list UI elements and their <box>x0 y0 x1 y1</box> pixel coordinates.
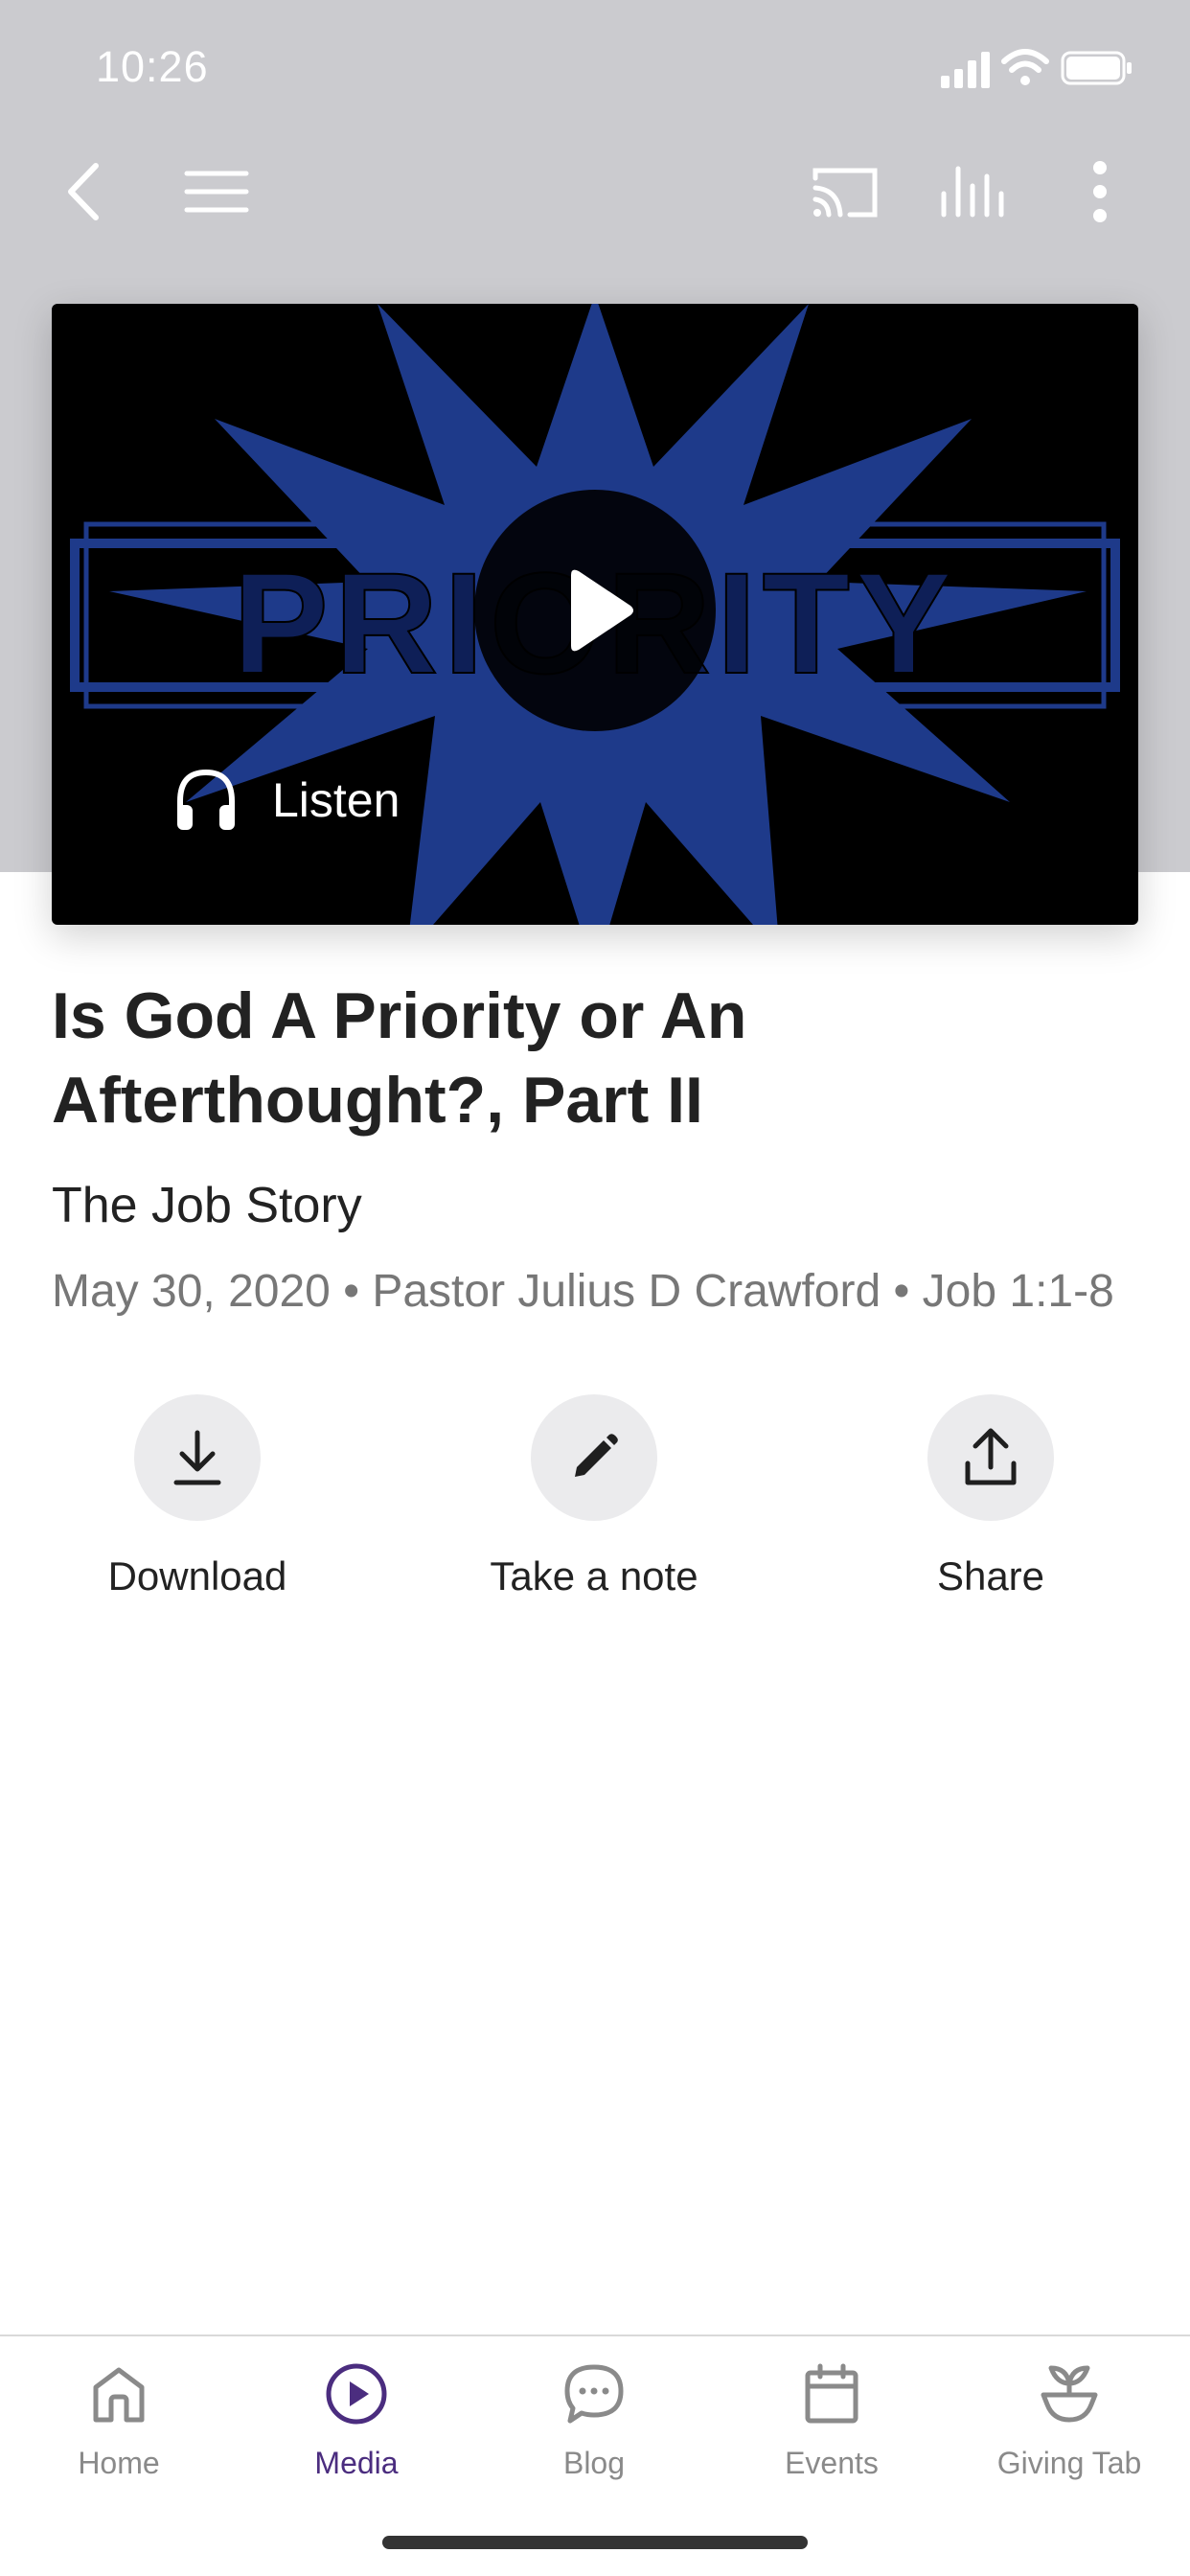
tab-giving-label: Giving Tab <box>996 2446 1142 2480</box>
status-icons <box>941 49 1132 88</box>
more-button[interactable] <box>1052 144 1148 240</box>
plant-pot-icon <box>1031 2356 1108 2432</box>
sermon-title-line1: Is God A Priority or An <box>52 979 747 1052</box>
home-indicator[interactable] <box>382 2536 808 2549</box>
chat-bubble-icon <box>556 2356 632 2432</box>
pencil-icon <box>575 1434 618 1477</box>
menu-button[interactable] <box>169 144 264 240</box>
play-circle-icon <box>318 2356 395 2432</box>
tab-giving[interactable]: Giving Tab <box>950 2356 1188 2481</box>
play-icon <box>571 569 633 652</box>
sermon-title: Is God A Priority or An Afterthought?, P… <box>52 974 1138 1142</box>
calendar-icon <box>793 2356 870 2432</box>
wifi-icon <box>1001 49 1049 85</box>
share-action[interactable]: Share <box>847 1394 1134 1599</box>
series-name: The Job Story <box>52 1178 362 1233</box>
audio-button[interactable] <box>926 144 1021 240</box>
tab-events-label: Events <box>785 2446 879 2480</box>
play-button[interactable] <box>474 490 716 731</box>
share-label: Share <box>936 1553 1045 1598</box>
tab-media[interactable]: Media <box>238 2356 475 2481</box>
signal-icon <box>941 52 990 88</box>
back-button[interactable] <box>38 144 134 240</box>
listen-button[interactable]: Listen <box>172 752 400 848</box>
take-note-button[interactable] <box>531 1394 657 1521</box>
listen-label: Listen <box>272 773 400 827</box>
tab-blog-label: Blog <box>562 2446 626 2480</box>
download-icon <box>173 1430 221 1485</box>
tab-home-label: Home <box>78 2446 160 2480</box>
home-icon <box>80 2356 157 2432</box>
download-action[interactable]: Download <box>54 1394 341 1599</box>
back-chevron-icon <box>68 163 99 220</box>
audio-levels-icon <box>941 166 1004 218</box>
media-player[interactable]: PRIORITY Listen <box>52 304 1138 925</box>
tab-blog[interactable]: Blog <box>475 2356 713 2481</box>
download-label: Download <box>107 1553 287 1598</box>
cast-icon <box>812 168 878 218</box>
status-time: 10:26 <box>96 42 209 91</box>
headphones-icon <box>177 769 235 830</box>
take-note-action[interactable]: Take a note <box>450 1394 738 1599</box>
tab-events[interactable]: Events <box>713 2356 950 2481</box>
tab-home[interactable]: Home <box>0 2356 238 2481</box>
more-vertical-icon <box>1093 161 1107 222</box>
share-icon <box>965 1428 1017 1485</box>
tab-media-label: Media <box>314 2446 399 2480</box>
battery-icon <box>1061 51 1132 85</box>
sermon-title-line2: Afterthought?, Part II <box>52 1064 703 1137</box>
menu-icon <box>184 171 249 213</box>
download-button[interactable] <box>134 1394 261 1521</box>
take-note-label: Take a note <box>490 1553 698 1598</box>
sermon-meta: May 30, 2020 • Pastor Julius D Crawford … <box>52 1266 1114 1317</box>
cast-button[interactable] <box>797 144 893 240</box>
app-screen: 10:26 Listen Is God A Priority or An Aft… <box>0 0 1190 2576</box>
share-button[interactable] <box>927 1394 1054 1521</box>
